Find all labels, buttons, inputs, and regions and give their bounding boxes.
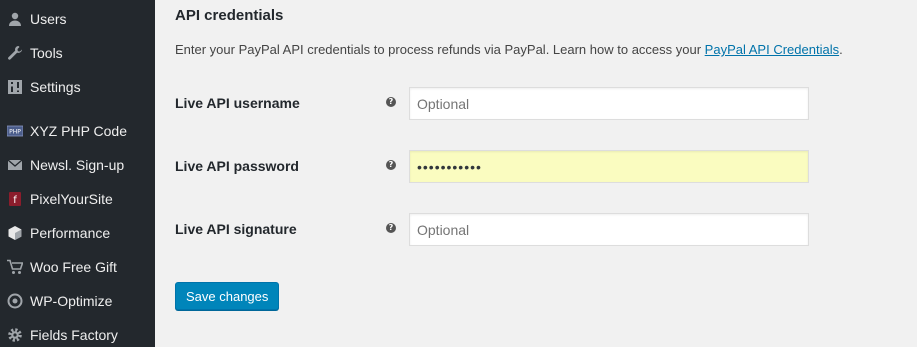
sidebar-item-xyz-php-code[interactable]: PHP XYZ PHP Code [0,114,155,148]
help-icon[interactable]: ? [386,223,396,233]
performance-icon [0,216,30,250]
save-changes-button[interactable]: Save changes [175,282,280,310]
help-icon[interactable]: ? [386,97,396,107]
live-api-signature-label: Live API signature [175,221,297,237]
sidebar-item-performance[interactable]: Performance [0,216,155,250]
sidebar-item-tools[interactable]: Tools [0,36,155,70]
description-end: . [839,42,843,57]
sidebar-item-label: Fields Factory [30,327,118,343]
sidebar-item-label: Performance [30,225,111,241]
sidebar-item-label: XYZ PHP Code [30,123,128,139]
pixelyoursite-icon: f [0,182,30,216]
paypal-api-credentials-link[interactable]: PayPal API Credentials [705,42,839,57]
live-api-password-input[interactable] [409,150,809,183]
help-icon[interactable]: ? [386,160,396,170]
sidebar-item-woo-free-gift[interactable]: Woo Free Gift [0,250,155,284]
live-api-username-input[interactable] [409,87,809,120]
envelope-icon [0,148,30,182]
svg-text:f: f [13,195,17,206]
description-text: Enter your PayPal API credentials to pro… [175,42,705,57]
live-api-password-label: Live API password [175,158,299,174]
sidebar-item-label: WP-Optimize [30,293,113,309]
php-icon: PHP [0,114,30,148]
sidebar-item-label: Newsl. Sign-up [30,157,125,173]
settings-content: API credentials Enter your PayPal API cr… [155,0,917,347]
users-icon [0,2,30,36]
gear-icon [0,318,30,347]
live-api-signature-input[interactable] [409,213,809,246]
settings-icon [0,70,30,104]
sidebar-item-newsletter-signup[interactable]: Newsl. Sign-up [0,148,155,182]
svg-text:PHP: PHP [9,129,21,136]
admin-sidebar: Users Tools Settings PHP XYZ PHP Code Ne… [0,0,155,347]
section-description: Enter your PayPal API credentials to pro… [175,42,843,57]
sidebar-item-label: Settings [30,79,81,95]
sidebar-item-label: Tools [30,45,63,61]
sidebar-item-settings[interactable]: Settings [0,70,155,104]
section-title: API credentials [175,7,284,24]
live-api-username-label: Live API username [175,95,300,111]
sidebar-item-label: Users [30,11,67,27]
sidebar-item-wp-optimize[interactable]: WP-Optimize [0,284,155,318]
sidebar-item-label: Woo Free Gift [30,259,117,275]
cart-icon [0,250,30,284]
wp-optimize-icon [0,284,30,318]
sidebar-item-fields-factory[interactable]: Fields Factory [0,318,155,347]
wrench-icon [0,36,30,70]
sidebar-item-label: PixelYourSite [30,191,113,207]
sidebar-item-pixelyoursite[interactable]: f PixelYourSite [0,182,155,216]
sidebar-item-users[interactable]: Users [0,2,155,36]
